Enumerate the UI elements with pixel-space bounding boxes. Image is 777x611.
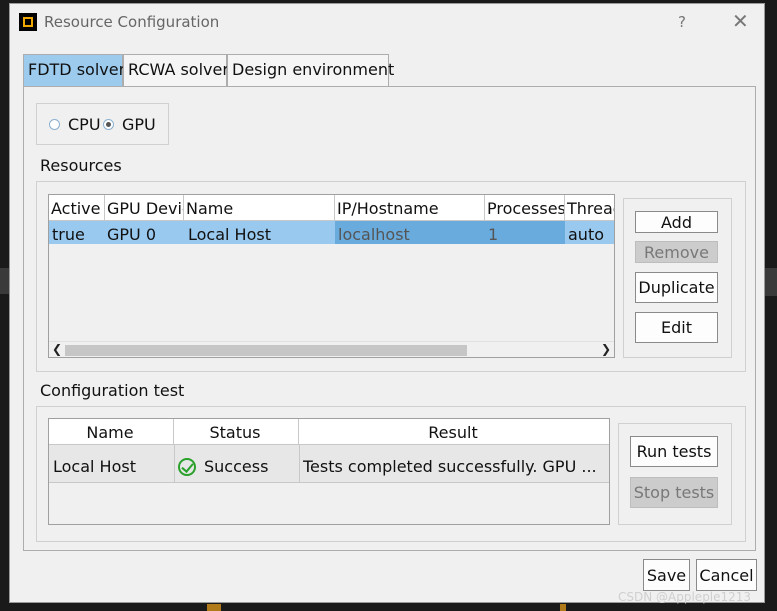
success-check-icon xyxy=(178,458,196,476)
resources-label: Resources xyxy=(40,156,122,175)
watermark: CSDN @Appleple1213 xyxy=(618,590,752,604)
cpu-radio[interactable] xyxy=(49,119,60,130)
save-button[interactable]: Save xyxy=(643,559,690,591)
column-header-threads[interactable]: Threads xyxy=(565,195,614,221)
background-highlight xyxy=(207,604,221,611)
column-divider xyxy=(299,445,300,482)
cell-threads[interactable]: auto xyxy=(568,225,604,244)
edit-button[interactable]: Edit xyxy=(635,312,718,343)
close-icon[interactable]: ✕ xyxy=(732,9,749,33)
column-header-active[interactable]: Active xyxy=(49,195,105,221)
help-button[interactable]: ? xyxy=(678,13,686,31)
tab-design-environment[interactable]: Design environment xyxy=(227,54,394,86)
cell-hostname[interactable]: localhost xyxy=(338,225,410,244)
horizontal-scrollbar[interactable]: ❮ ❯ xyxy=(49,341,614,357)
background-strip xyxy=(0,268,9,294)
cancel-button[interactable]: Cancel xyxy=(696,559,757,591)
run-tests-button[interactable]: Run tests xyxy=(630,436,718,467)
add-button[interactable]: Add xyxy=(635,211,718,233)
title-bar: Resource Configuration ? ✕ xyxy=(10,4,764,40)
column-header-gpu-device[interactable]: GPU Device xyxy=(105,195,184,221)
column-header-name[interactable]: Name xyxy=(184,195,335,221)
tab-fdtd-solver[interactable]: FDTD solver xyxy=(23,54,125,86)
resource-configuration-dialog: Resource Configuration ? ✕ FDTD solver R… xyxy=(9,3,765,603)
scroll-right-icon[interactable]: ❯ xyxy=(601,342,611,356)
configuration-test-label: Configuration test xyxy=(40,381,185,400)
column-header-name[interactable]: Name xyxy=(49,419,174,445)
window-title: Resource Configuration xyxy=(44,13,220,31)
duplicate-button[interactable]: Duplicate xyxy=(635,272,718,303)
cell-gpu-device[interactable]: GPU 0 xyxy=(107,225,156,244)
cell-result[interactable]: Tests completed successfully. GPU ... xyxy=(303,457,603,476)
tab-rcwa-solver[interactable]: RCWA solver xyxy=(123,54,229,86)
cell-active[interactable]: true xyxy=(52,225,85,244)
gpu-radio[interactable] xyxy=(103,119,114,130)
cell-status[interactable]: Success xyxy=(204,457,268,476)
column-divider xyxy=(174,445,175,482)
stop-tests-button[interactable]: Stop tests xyxy=(630,477,718,508)
configuration-test-table: Name Status Result Local Host Success Te… xyxy=(48,418,610,525)
scroll-left-icon[interactable]: ❮ xyxy=(52,342,62,356)
column-header-processes[interactable]: Processes xyxy=(485,195,565,221)
resources-table: Active GPU Device Name IP/Hostname Proce… xyxy=(48,194,615,358)
cpu-radio-label[interactable]: CPU xyxy=(68,115,101,134)
cell-name[interactable]: Local Host xyxy=(53,457,136,476)
column-header-status[interactable]: Status xyxy=(174,419,299,445)
background-strip xyxy=(765,268,777,296)
gpu-radio-label[interactable]: GPU xyxy=(122,115,156,134)
compute-mode-group: CPU GPU xyxy=(36,103,169,145)
column-header-result[interactable]: Result xyxy=(299,419,609,445)
scrollbar-thumb[interactable] xyxy=(65,345,467,356)
column-header-ip-hostname[interactable]: IP/Hostname xyxy=(335,195,485,221)
app-logo-icon xyxy=(19,13,37,31)
cell-name[interactable]: Local Host xyxy=(188,225,271,244)
remove-button[interactable]: Remove xyxy=(635,241,718,263)
background-highlight xyxy=(560,604,566,611)
cell-processes[interactable]: 1 xyxy=(488,225,498,244)
